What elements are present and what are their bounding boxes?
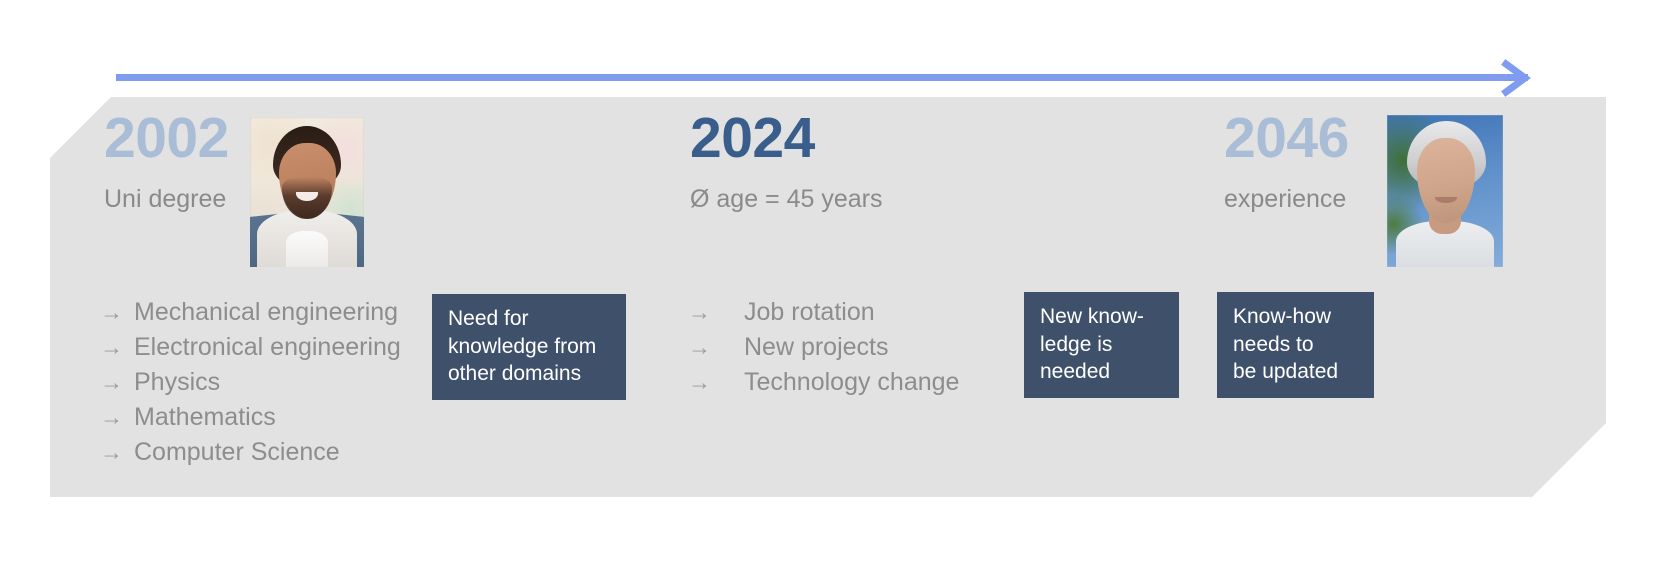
- timeline-column-2024: 2024 Ø age = 45 years: [690, 110, 882, 212]
- list-item-label: Physics: [134, 368, 221, 396]
- list-item: → Computer Science: [100, 440, 401, 465]
- subtitle-2046: experience: [1224, 185, 1347, 213]
- list-item-label: New projects: [744, 333, 889, 361]
- arrow-right-bullet-icon: →: [100, 334, 123, 360]
- portrait-photo-2046: [1387, 115, 1503, 267]
- callout-line: ledge is: [1040, 332, 1113, 356]
- callout-line: Know-how: [1233, 305, 1332, 328]
- arrow-right-bullet-icon: →: [688, 299, 711, 325]
- arrow-right-bullet-icon: →: [100, 439, 123, 465]
- list-item-label: Mechanical engineering: [134, 298, 399, 326]
- list-item-label: Technology change: [744, 368, 960, 396]
- callout-know-how-updated: Know-how needs to be updated: [1217, 292, 1374, 398]
- infographic-canvas: 2002 Uni degree → Mechanical engineering…: [0, 0, 1663, 562]
- list-item-label: Job rotation: [744, 298, 875, 326]
- bullet-list-2002: → Mechanical engineering → Electronical …: [100, 300, 401, 475]
- list-item-label: Mathematics: [134, 403, 276, 431]
- list-item: → Physics: [100, 370, 401, 395]
- timeline-column-2046: 2046 experience: [1224, 110, 1349, 212]
- bullet-list-2024: → Job rotation → New projects → Technolo…: [688, 300, 959, 405]
- timeline-column-2002: 2002 Uni degree: [104, 110, 229, 212]
- timeline-arrow-line: [116, 74, 1528, 81]
- list-item: → Mechanical engineering: [100, 300, 401, 325]
- callout-line: other domains: [448, 362, 582, 385]
- list-item: → Technology change: [688, 370, 959, 395]
- callout-line: needs to: [1233, 332, 1314, 356]
- callout-new-knowledge-needed: New know- ledge is needed: [1024, 292, 1179, 398]
- arrow-right-icon: [1494, 58, 1534, 98]
- callout-line: be updated: [1233, 360, 1339, 383]
- list-item-label: Computer Science: [134, 438, 340, 466]
- arrow-right-bullet-icon: →: [100, 404, 123, 430]
- arrow-right-bullet-icon: →: [100, 299, 123, 325]
- portrait-photo-2002: [250, 117, 364, 267]
- arrow-right-bullet-icon: →: [688, 334, 711, 360]
- list-item: → New projects: [688, 335, 959, 360]
- callout-line: needed: [1040, 360, 1111, 383]
- callout-line: Need for: [448, 307, 529, 330]
- year-heading-2002: 2002: [104, 106, 229, 170]
- arrow-right-bullet-icon: →: [100, 369, 123, 395]
- subtitle-2002: Uni degree: [104, 185, 227, 213]
- arrow-right-bullet-icon: →: [688, 369, 711, 395]
- list-item: → Electronical engineering: [100, 335, 401, 360]
- callout-line: knowledge from: [448, 334, 597, 358]
- callout-need-for-knowledge: Need for knowledge from other domains: [432, 294, 626, 400]
- callout-line: New know-: [1040, 305, 1144, 328]
- year-heading-2024: 2024: [690, 106, 815, 170]
- list-item: → Job rotation: [688, 300, 959, 325]
- subtitle-2024: Ø age = 45 years: [690, 185, 883, 213]
- list-item: → Mathematics: [100, 405, 401, 430]
- year-heading-2046: 2046: [1224, 106, 1349, 170]
- list-item-label: Electronical engineering: [134, 333, 401, 361]
